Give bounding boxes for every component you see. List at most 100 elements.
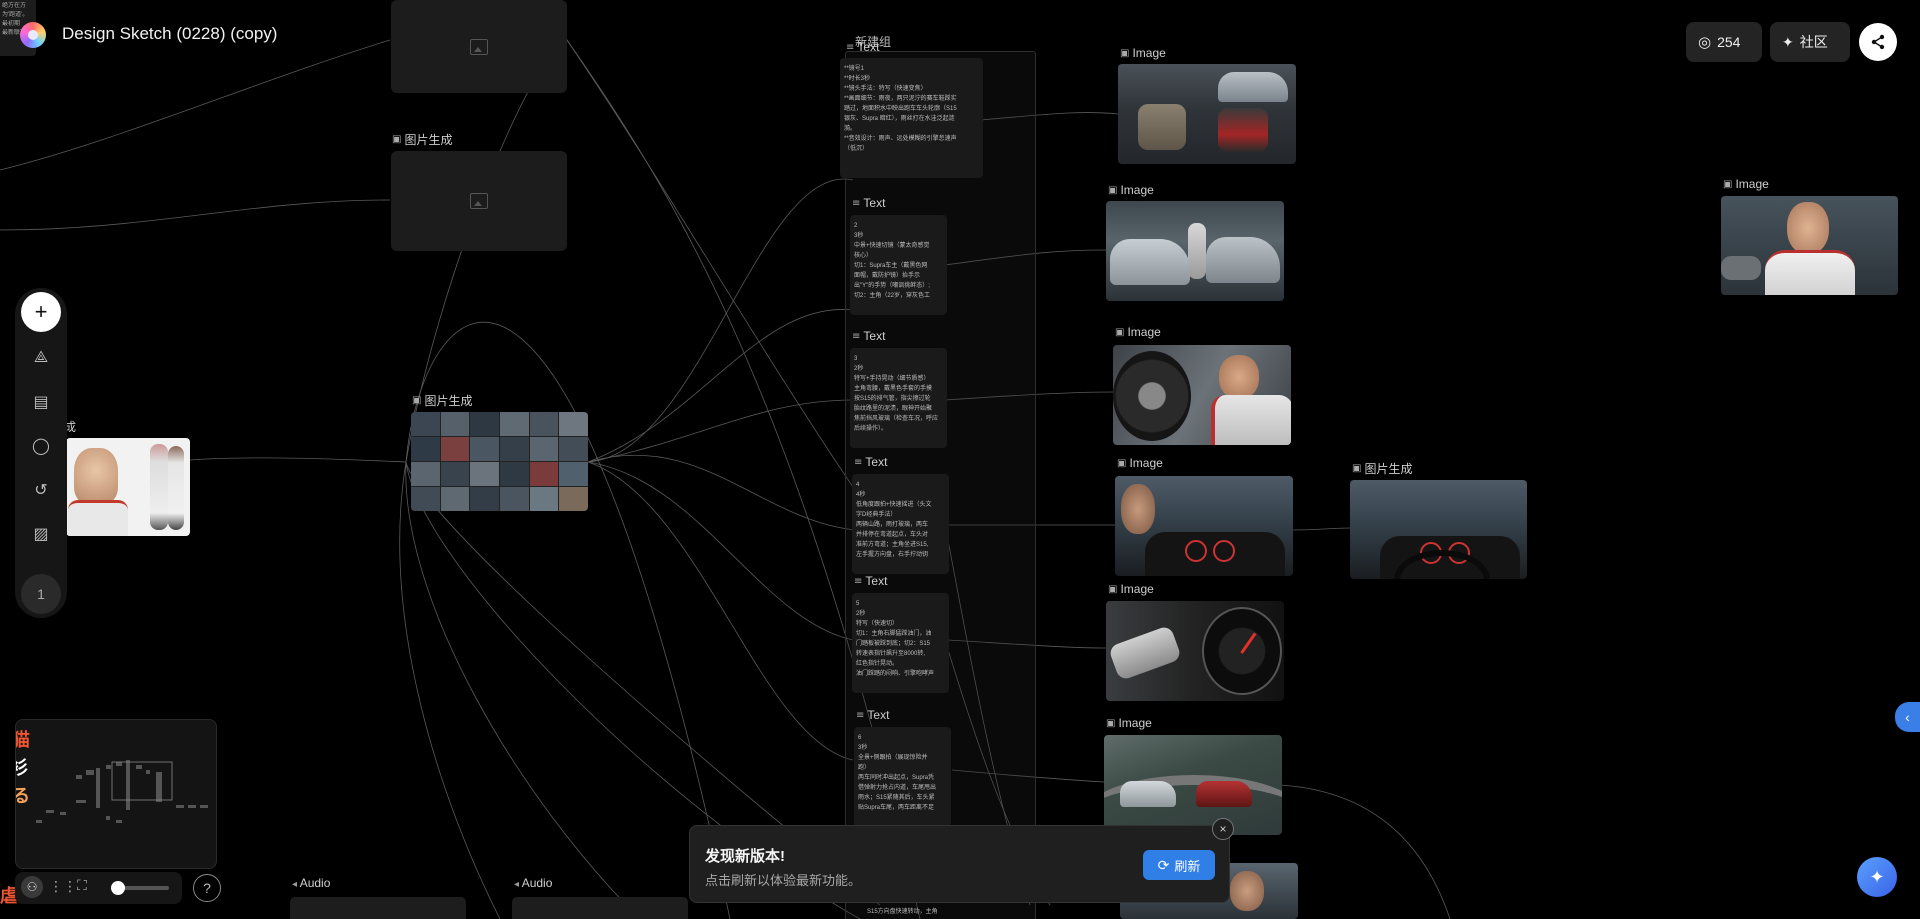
portrait-face — [74, 448, 118, 504]
car-shape — [1110, 239, 1190, 285]
driver-face — [1121, 484, 1155, 534]
driver-suit — [1211, 395, 1291, 445]
text-line: （低沉） — [844, 146, 869, 152]
text-node-shot-4[interactable]: 4 4秒 低角度跟拍+快速摇进（头文 字D经典手法） 两辆山路，雨打玻璃，两车 … — [852, 474, 949, 574]
tire-shape — [1113, 351, 1191, 441]
shoe-left — [1138, 104, 1186, 150]
help-button[interactable]: ? — [193, 874, 221, 902]
car-shape — [1218, 72, 1288, 102]
shapes-icon[interactable]: ⟁ — [21, 338, 61, 378]
text-icon: ≡ — [856, 709, 865, 721]
text-line: 3秒 — [854, 233, 864, 239]
image-gen-node-title: ▣ 图片生成 — [412, 392, 472, 409]
text-line: 银灰、Supra 暗红），雨丝打在水洼泛起涟 — [844, 116, 955, 122]
app-logo[interactable] — [20, 22, 46, 48]
text-line: 面帽，戴防护镜）抬手示 — [854, 273, 921, 279]
text-node-title: ≡ Text — [854, 455, 888, 469]
left-toolbar: + ⟁ ▤ ◯ ↺ ▨ 1 — [15, 288, 67, 618]
collapse-panel-button[interactable]: ‹ — [1895, 702, 1920, 732]
text-node-shot-5[interactable]: 5 2秒 特写（快速切） 切1：主角右脚猛踩油门，油 门踏板被踩到底；切2：S1… — [852, 593, 949, 693]
community-button[interactable]: ✦ 社区 — [1770, 22, 1850, 62]
share-icon — [1871, 34, 1885, 50]
audio-node-title: ◂ Audio — [514, 876, 553, 890]
image-node-tire-check[interactable] — [1113, 345, 1291, 445]
text-line: 5 — [856, 601, 860, 607]
minimap[interactable]: 猫 衫 る — [15, 719, 217, 869]
storyboard-grid-image[interactable] — [411, 412, 588, 511]
driver-figure — [1188, 223, 1206, 279]
character-reference-image[interactable] — [66, 438, 190, 536]
image-icon: ▣ — [1352, 463, 1362, 474]
audio-node[interactable] — [290, 897, 466, 919]
workflow-canvas[interactable]: 绝方在方 为'跑道'。 最初期 最新联赛 ▣ 图片生成 成 ▣ 图片生成 新建组 — [0, 0, 1920, 919]
text-node-shot-6[interactable]: 6 3秒 全景+侧跟拍（展现惊险并 跑） 两车同时冲出起点，Supra凭 借弹射… — [854, 727, 951, 827]
image-icon: ▣ — [412, 395, 422, 406]
text-line: 左手握方向盘，右手拧动钥 — [856, 552, 929, 558]
add-node-button[interactable]: + — [21, 292, 61, 332]
text-node-shot-2[interactable]: 2 3秒 中景+快速切镜（蒙太奇感觉 核心） 切1：Supra车主（戴黑色网 面… — [850, 215, 947, 315]
minimap-glyph: る — [16, 782, 30, 808]
fullscreen-icon[interactable]: ⛶ — [77, 877, 87, 894]
text-node-shot-3[interactable]: 3 2秒 特写+手持晃动（细节质感） 主角弯腰，戴黑色手套的手摸 按S15的排气… — [850, 348, 947, 448]
node-title-label: 图片生成 — [404, 133, 453, 147]
refresh-button[interactable]: ⟳ 刷新 — [1143, 850, 1215, 880]
text-line: 两车同时冲出起点，Supra凭 — [858, 775, 935, 781]
credits-icon: ◎ — [1698, 34, 1712, 51]
car-shape — [1206, 237, 1280, 283]
text-line: 主角弯腰，戴黑色手套的手摸 — [854, 386, 933, 392]
toast-close-button[interactable]: × — [1212, 818, 1234, 840]
image-node-shoes[interactable] — [1118, 64, 1296, 164]
image-node-cockpit[interactable] — [1115, 476, 1293, 576]
text-line: 两辆山路，雨打玻璃，两车 — [856, 522, 929, 528]
image-node-cars-hood[interactable] — [1106, 201, 1284, 301]
toast-title: 发现新版本! — [705, 848, 785, 865]
text-line: **镜头手法：特写（快速变焦） — [844, 86, 927, 92]
text-line: **音效设计：雨声、远处模糊的引擎怠速声 — [844, 136, 957, 142]
image-gen-node[interactable] — [391, 151, 567, 251]
text-line: 红色指针晃动。 — [856, 661, 899, 667]
fit-view-icon[interactable]: ⚇ — [21, 876, 43, 898]
update-toast: 发现新版本! 点击刷新以体验最新功能。 ⟳ 刷新 — [689, 825, 1230, 903]
text-line: 油门踩踏的闷响、引擎咆哮声 — [856, 671, 935, 677]
image-icon: ▣ — [1106, 717, 1116, 729]
project-title[interactable]: Design Sketch (0228) (copy) — [62, 24, 277, 44]
text-icon: ≡ — [846, 41, 855, 53]
fullbody-figure — [150, 444, 168, 530]
text-line: 转速表指针飙升至8000转, — [856, 651, 926, 657]
audio-node[interactable] — [512, 897, 688, 919]
history-icon[interactable]: ↺ — [21, 470, 61, 510]
template-icon[interactable]: ▤ — [21, 382, 61, 422]
credits-badge[interactable]: ◎ 254 — [1686, 22, 1762, 62]
text-line: **镜号1 — [844, 66, 865, 72]
credits-count: 254 — [1717, 34, 1741, 50]
image-node-pedal-gauge[interactable] — [1106, 601, 1284, 701]
minimap-overview — [36, 760, 208, 823]
text-node-shot-1[interactable]: **镜号1 **时长3秒 **镜头手法：特写（快速变焦） **画面细节：雨夜，两… — [840, 58, 983, 178]
comment-icon[interactable]: ◯ — [21, 426, 61, 466]
image-node-title: ▣ Image — [1120, 46, 1166, 60]
image-icon: ▣ — [1723, 178, 1733, 190]
page-number-button[interactable]: 1 — [21, 574, 61, 614]
grid-icon[interactable]: ⋮⋮ — [49, 878, 77, 895]
gauge — [1213, 540, 1235, 562]
text-line: 3 — [854, 356, 858, 362]
text-line: 切1：主角右脚猛踩油门，油 — [856, 631, 932, 637]
zoom-slider-handle[interactable] — [111, 881, 125, 895]
audio-icon: ◂ — [292, 879, 298, 890]
text-line: 字D经典手法） — [856, 512, 897, 518]
zoom-slider[interactable] — [111, 881, 169, 895]
image-gen-node-title: ▣ 图片生成 — [1352, 462, 1413, 476]
driver-suit — [1765, 250, 1855, 295]
image-gen-node-top[interactable] — [391, 0, 567, 93]
text-line: 雨水；S15紧随其后，车头紧 — [858, 795, 935, 801]
share-button[interactable] — [1859, 23, 1897, 61]
audio-icon: ◂ — [514, 879, 520, 890]
image-node-race-curve[interactable] — [1104, 735, 1282, 835]
driver-face — [1219, 355, 1259, 399]
image-node-driver-portrait[interactable] — [1721, 196, 1898, 295]
ai-assistant-button[interactable]: ✦ — [1857, 857, 1897, 897]
community-label: 社区 — [1799, 34, 1828, 50]
image-gen-node-cockpit[interactable] — [1350, 480, 1527, 579]
image-gen-node-title: ▣ 图片生成 — [392, 131, 452, 148]
image-library-icon[interactable]: ▨ — [21, 514, 61, 554]
